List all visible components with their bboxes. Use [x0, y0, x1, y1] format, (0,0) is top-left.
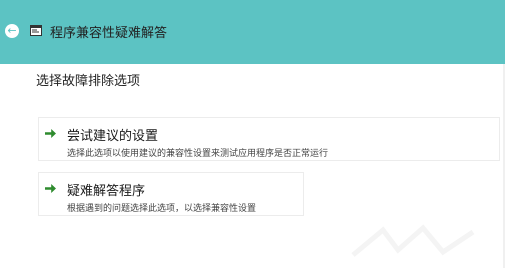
option-title: 疑难解答程序: [67, 184, 146, 199]
window-title: 程序兼容性疑难解答: [50, 26, 168, 41]
option-troubleshoot-program[interactable]: 疑难解答程序 根据遇到的问题选择此选项，以选择兼容性设置: [38, 172, 304, 216]
watermark-graphic: [351, 224, 475, 257]
page-heading: 选择故障排除选项: [36, 74, 141, 89]
option-try-recommended-settings[interactable]: 尝试建议的设置 选择此选项以使用建议的兼容性设置来测试应用程序是否正常运行: [38, 117, 500, 161]
option-description: 根据遇到的问题选择此选项，以选择兼容性设置: [67, 204, 257, 214]
title-bar: ← 程序兼容性疑难解答: [0, 0, 505, 64]
green-arrow-icon: [45, 184, 56, 193]
back-arrow-icon[interactable]: ←: [5, 24, 19, 38]
green-arrow-icon: [45, 129, 56, 138]
option-title: 尝试建议的设置: [67, 129, 159, 144]
option-description: 选择此选项以使用建议的兼容性设置来测试应用程序是否正常运行: [67, 149, 329, 159]
program-window-icon: [30, 25, 42, 36]
